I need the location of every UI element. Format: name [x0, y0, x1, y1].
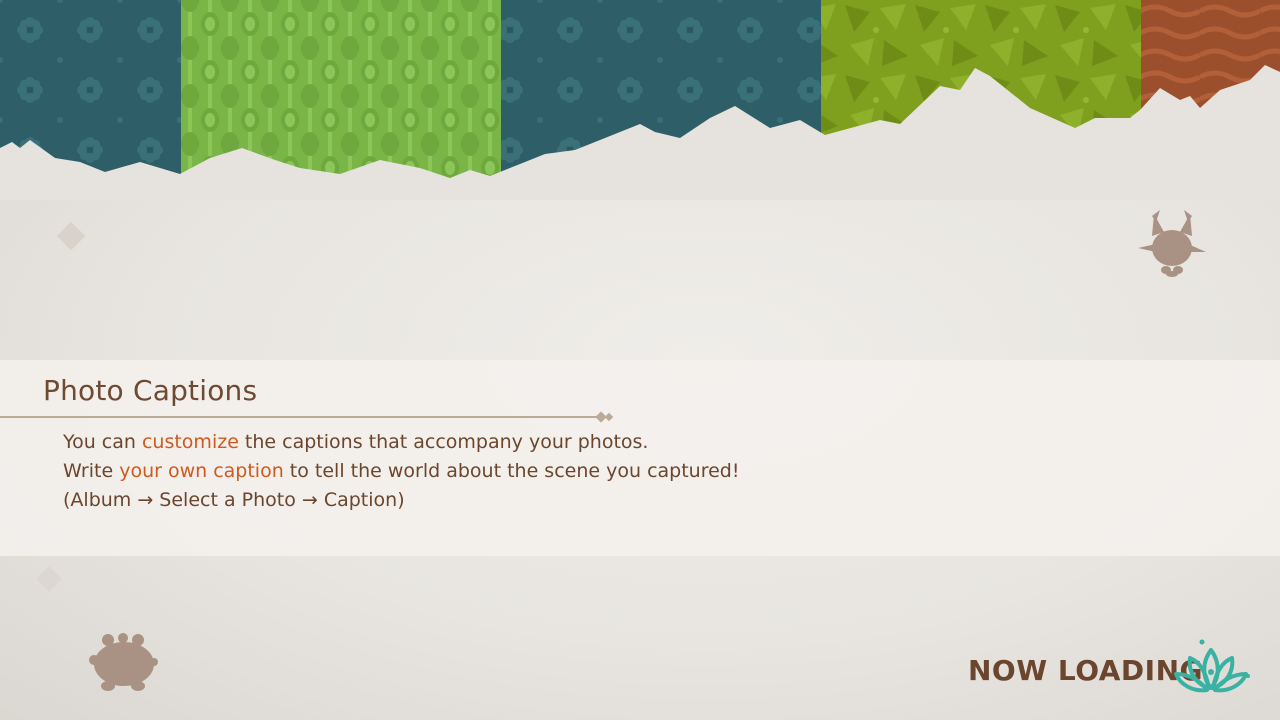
tip-body: You can customize the captions that acco… [63, 428, 739, 515]
creature-silhouette-icon [89, 633, 158, 691]
tip-title: Photo Captions [43, 374, 258, 407]
tip-text: Write [63, 460, 120, 482]
now-loading-label: NOW LOADING [968, 654, 1204, 687]
tip-text: the captions that accompany your photos. [238, 431, 649, 453]
tip-line-3: (Album → Select a Photo → Caption) [63, 489, 405, 511]
tip-line-2: Write your own caption to tell the world… [63, 457, 739, 486]
creature-silhouette-icon [1138, 210, 1206, 277]
patterned-banner [0, 0, 1280, 200]
tip-text: You can [63, 431, 142, 453]
tip-highlight: customize [141, 431, 239, 453]
tip-highlight: your own caption [119, 460, 284, 482]
lotus-icon [1174, 639, 1250, 693]
tip-text: to tell the world about the scene you ca… [283, 460, 740, 482]
tip-line-1: You can customize the captions that acco… [63, 428, 739, 457]
title-divider [0, 411, 614, 423]
